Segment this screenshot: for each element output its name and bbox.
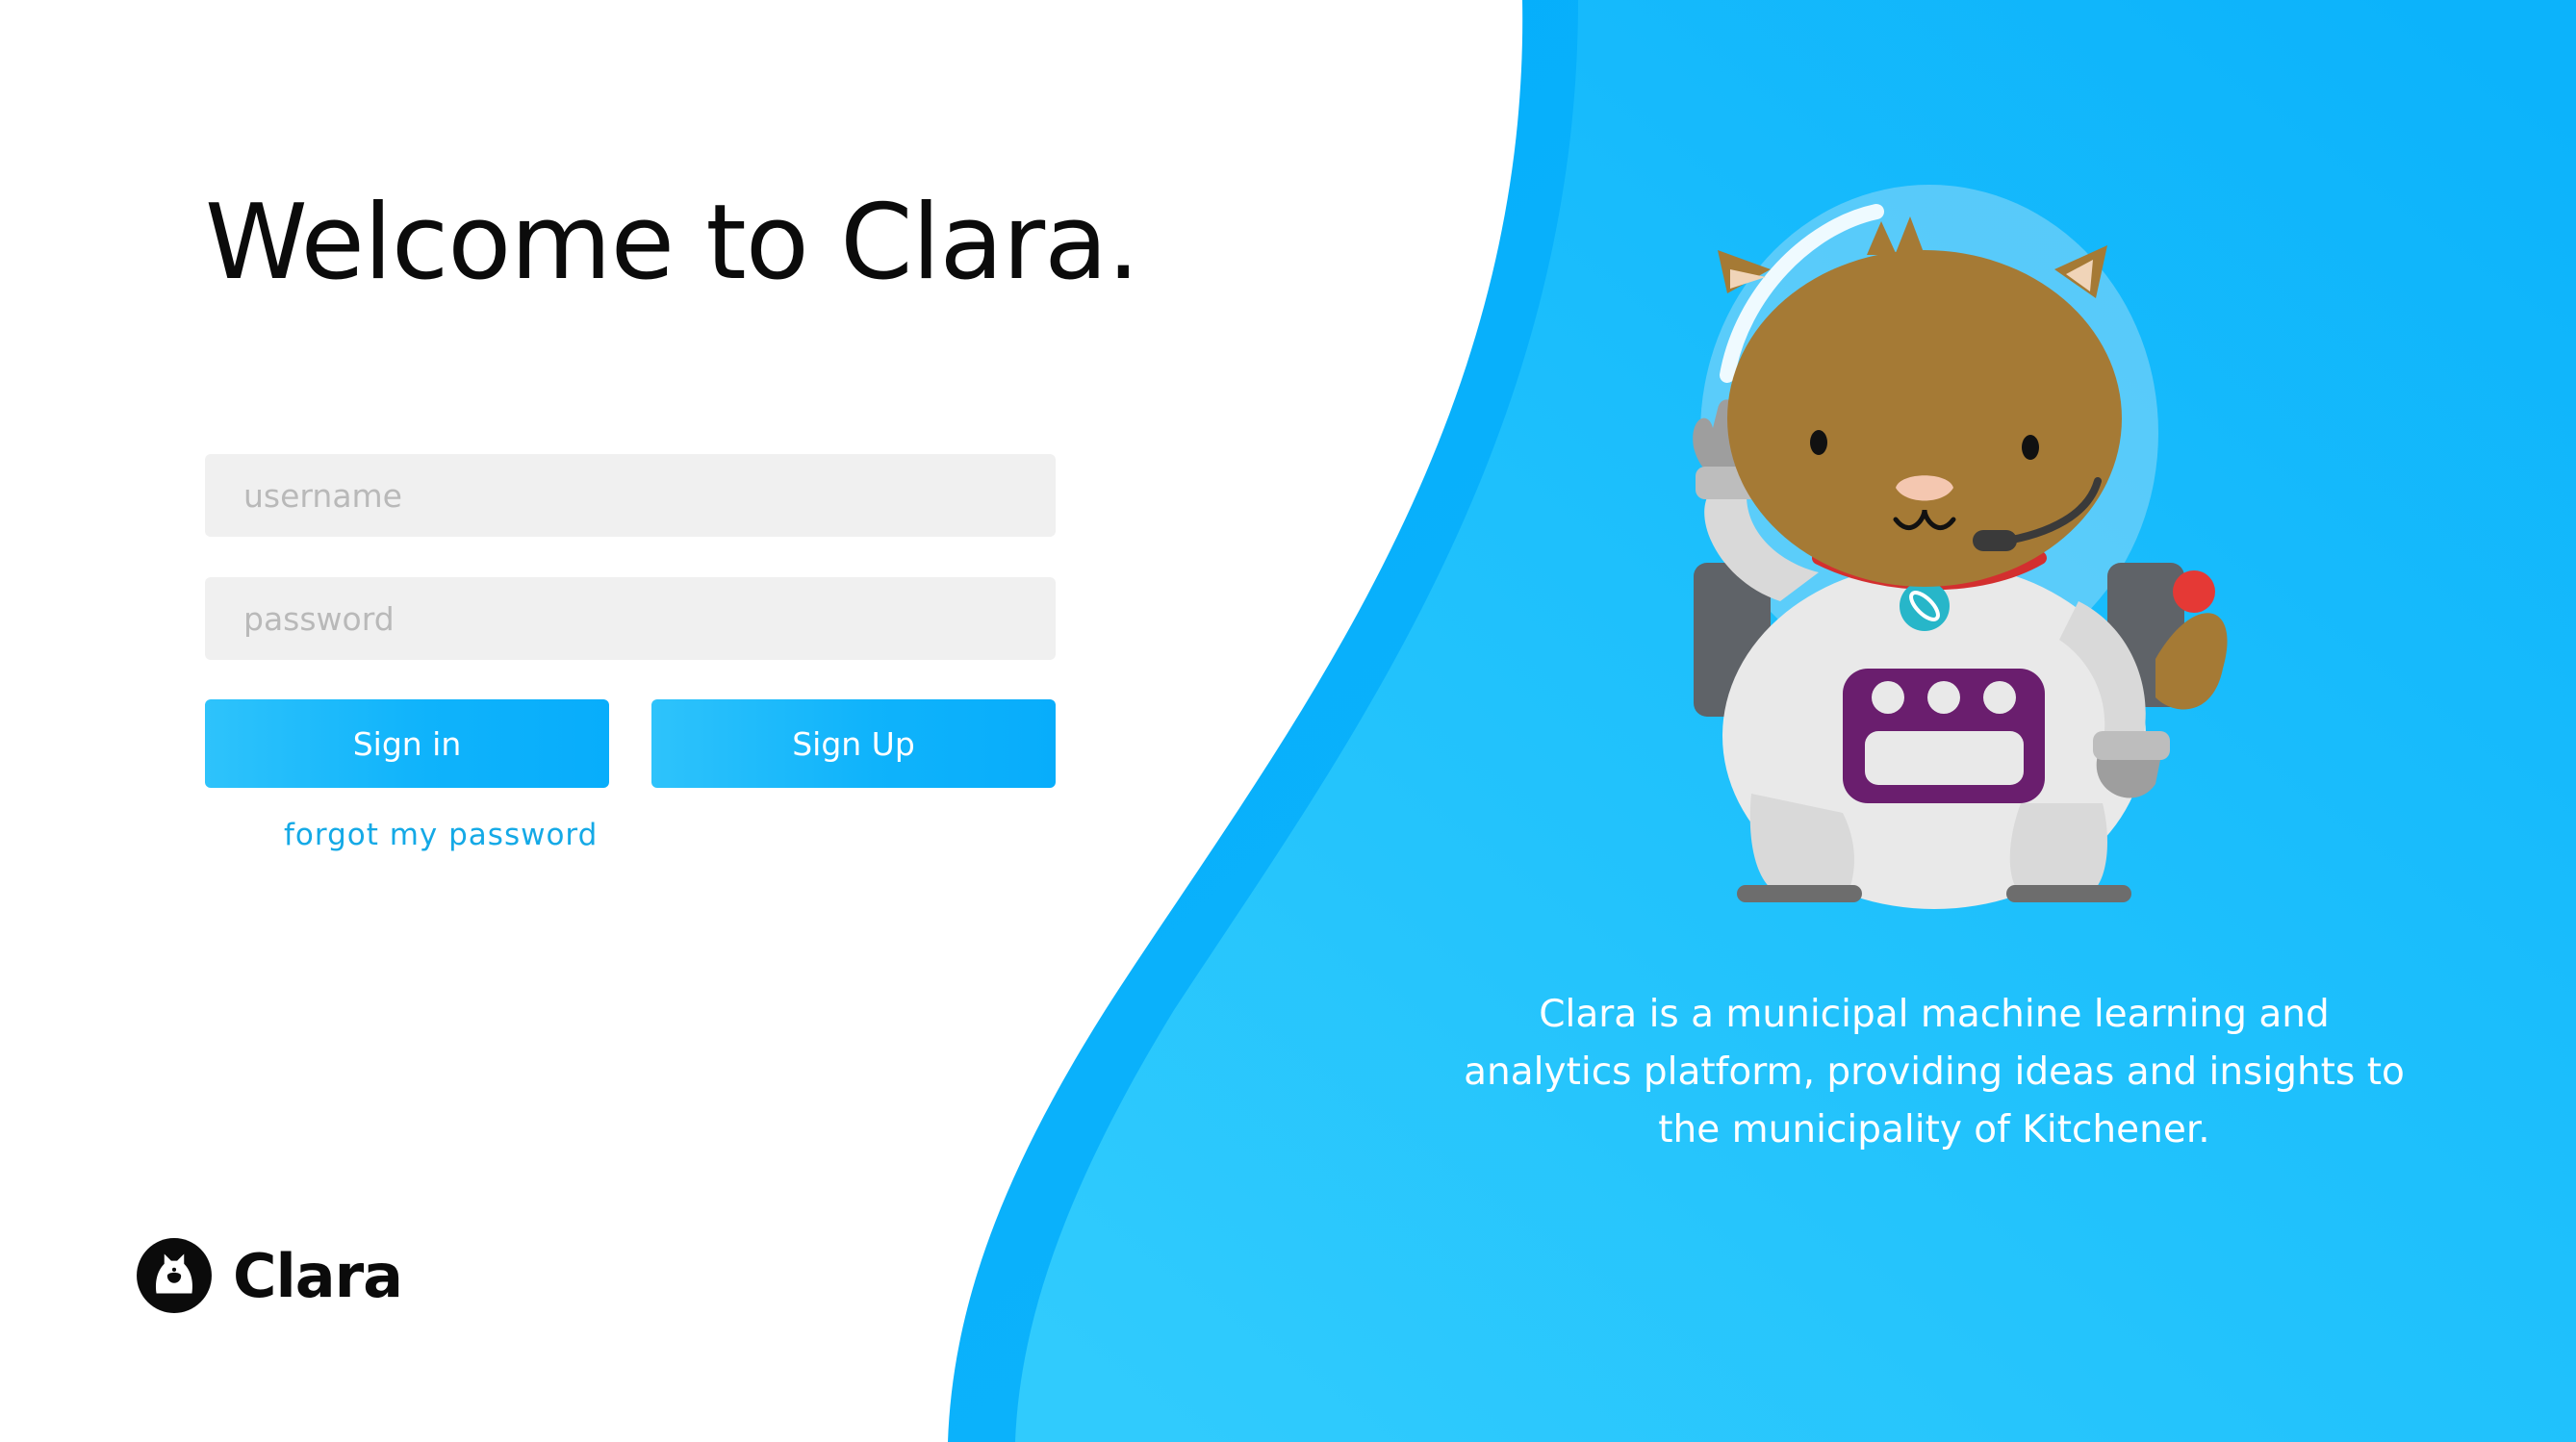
username-input[interactable] — [205, 454, 1056, 537]
password-input[interactable] — [205, 577, 1056, 660]
sign-up-button[interactable]: Sign Up — [651, 699, 1056, 788]
forgot-password-link[interactable]: forgot my password — [284, 818, 598, 852]
brand-logo: Clara — [135, 1236, 403, 1315]
sign-in-button[interactable]: Sign in — [205, 699, 609, 788]
brand-name: Clara — [233, 1240, 403, 1311]
page-title: Welcome to Clara. — [205, 183, 1140, 303]
cat-logo-icon — [137, 1238, 212, 1313]
tagline: Clara is a municipal machine learning an… — [1464, 993, 2405, 1151]
astronaut-cat-illustration — [1693, 185, 2228, 909]
